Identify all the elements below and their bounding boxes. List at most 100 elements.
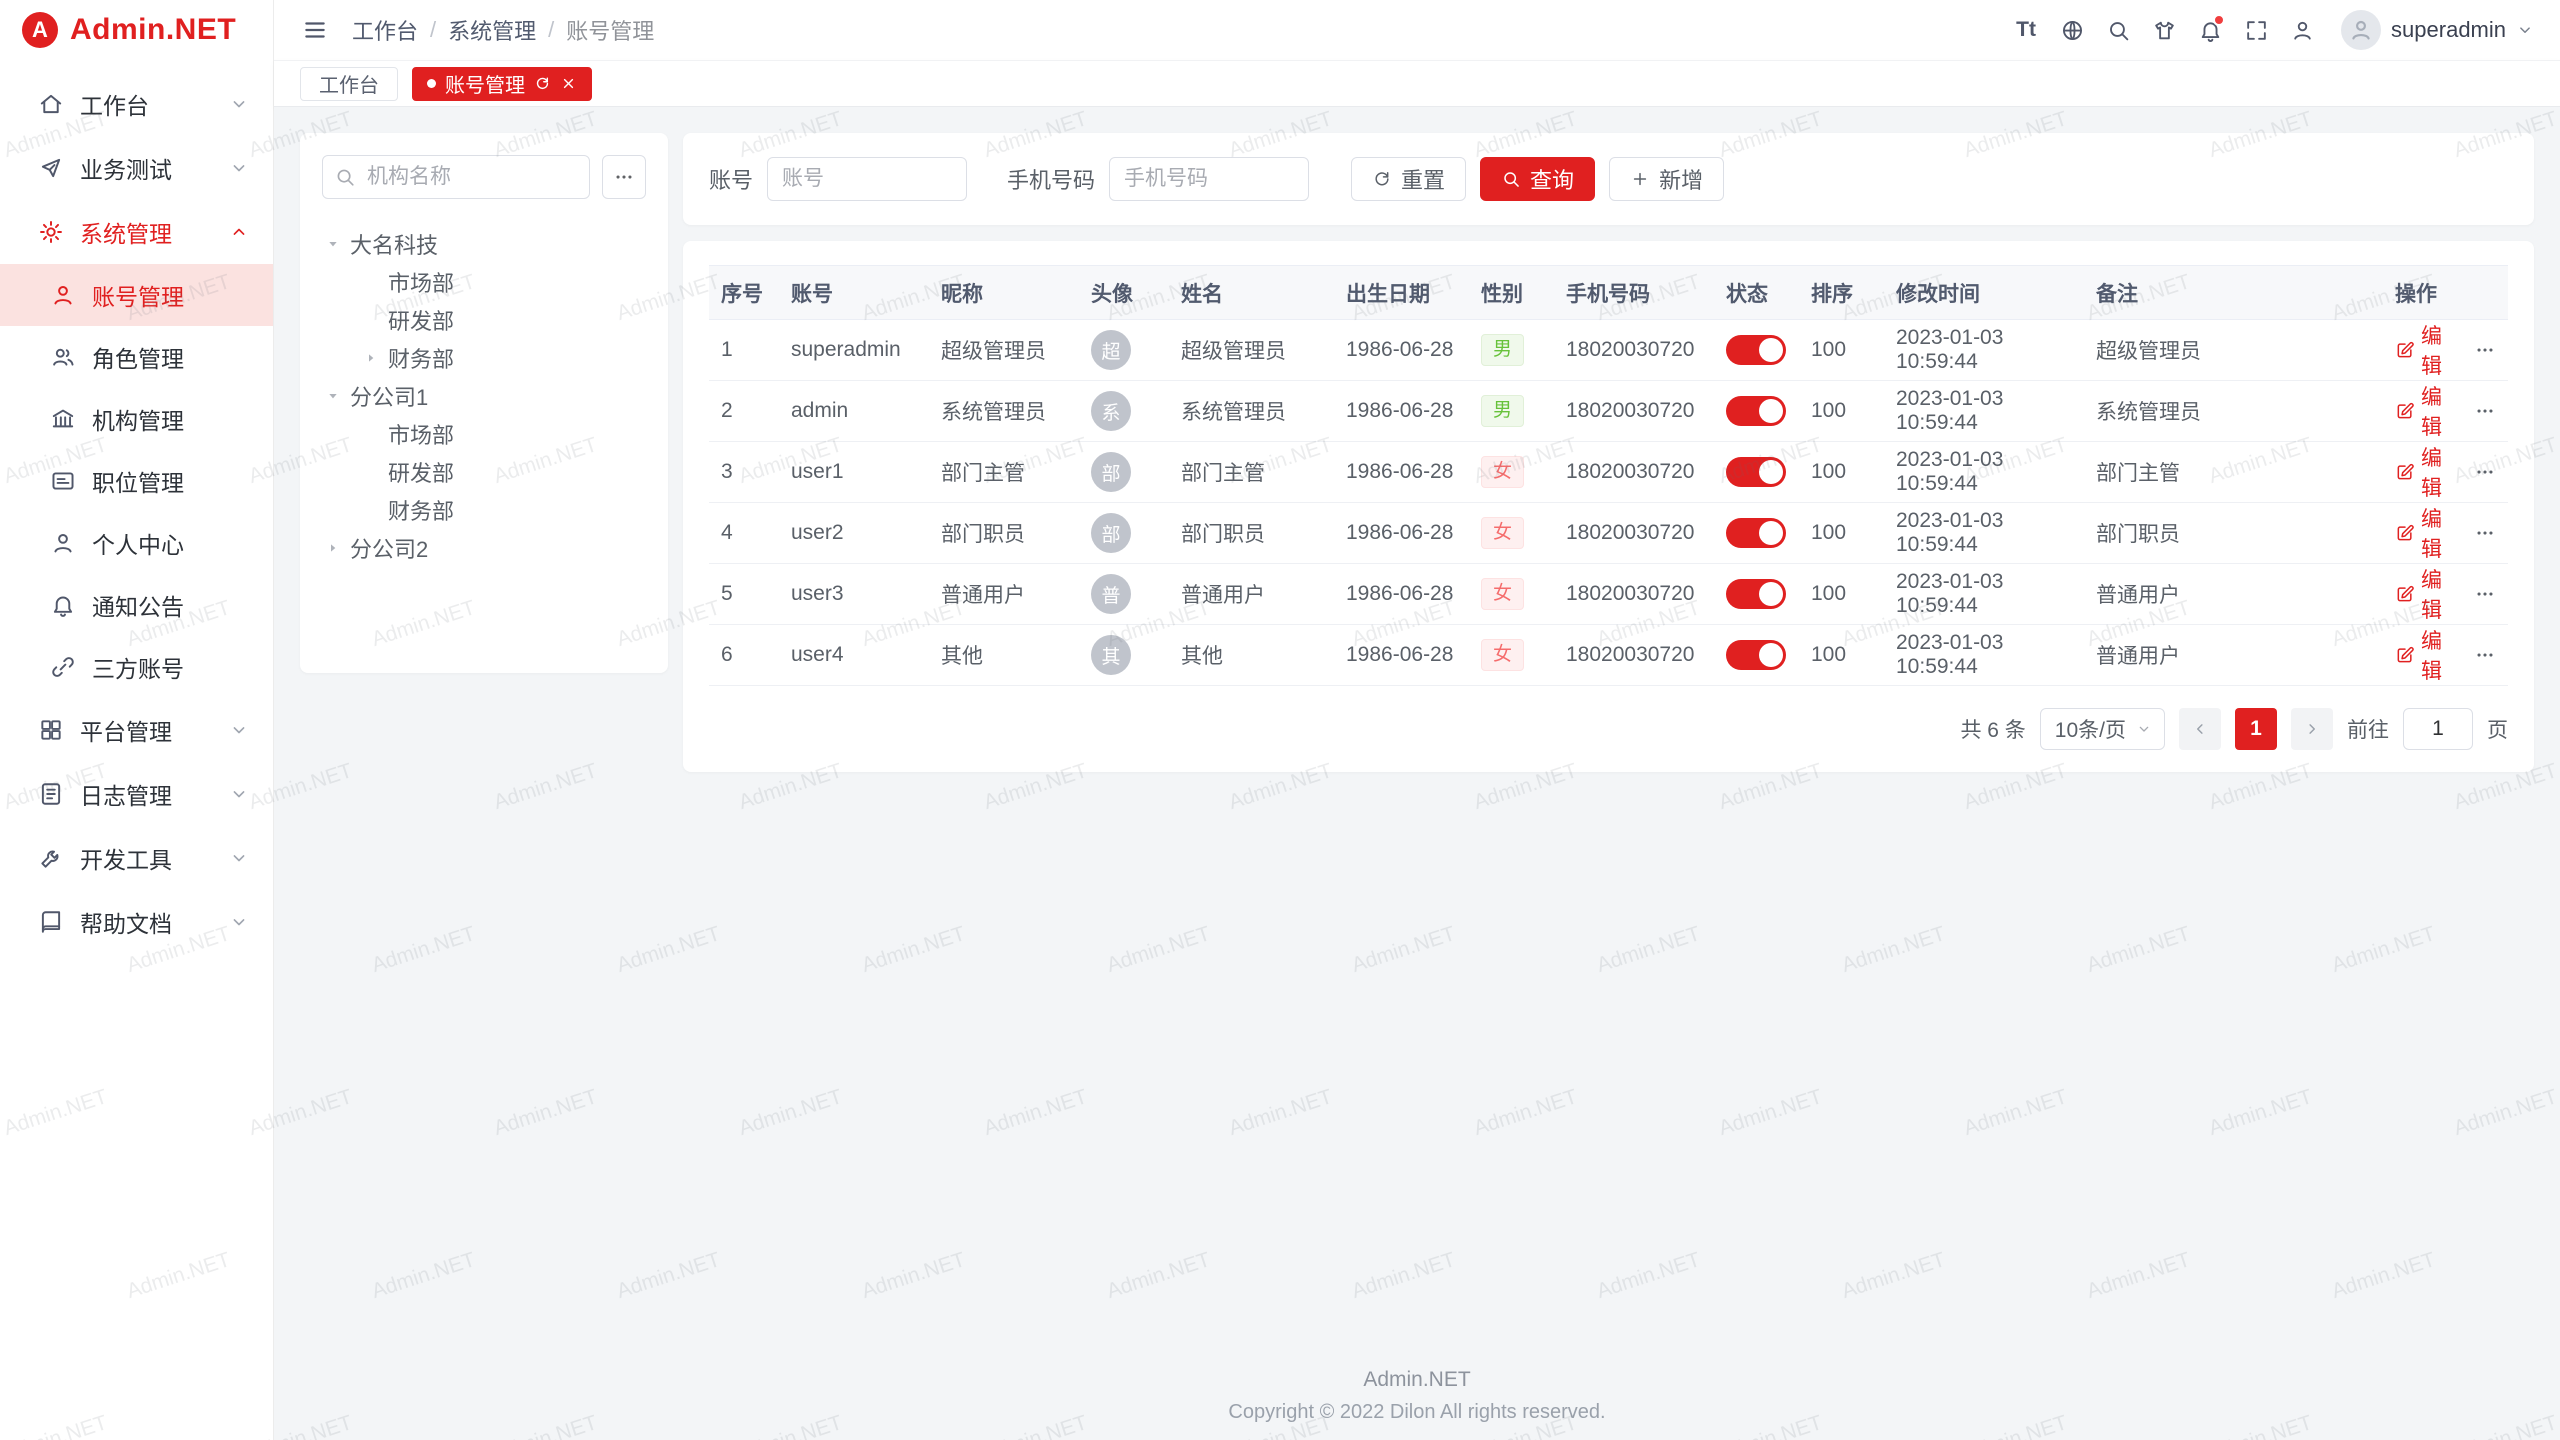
tree-node-label: 研发部 xyxy=(388,456,454,488)
sidebar-item-workbench[interactable]: 工作台 xyxy=(0,72,273,136)
globe-icon[interactable] xyxy=(2051,9,2093,51)
edit-button[interactable]: 编辑 xyxy=(2395,381,2460,441)
cell-modified: 2023-01-03 10:59:44 xyxy=(1884,503,2084,564)
tree-node[interactable]: 市场部 xyxy=(322,415,646,453)
edit-button[interactable]: 编辑 xyxy=(2395,625,2460,685)
tree-node[interactable]: 市场部 xyxy=(322,263,646,301)
cell-nickname: 普通用户 xyxy=(929,564,1079,625)
goto-page-input[interactable] xyxy=(2403,708,2473,750)
cell-sort: 100 xyxy=(1799,442,1884,503)
font-size-icon[interactable]: Tt xyxy=(2005,9,2047,51)
tab-account-management[interactable]: 账号管理 xyxy=(412,67,592,101)
sidebar-item-personal-center[interactable]: 个人中心 xyxy=(0,512,273,574)
column-header: 修改时间 xyxy=(1884,266,2084,320)
leaf-spacer xyxy=(360,309,382,331)
phone-input[interactable] xyxy=(1109,157,1309,201)
org-more-button[interactable] xyxy=(602,155,646,199)
user-table: 序号账号昵称头像姓名出生日期性别手机号码状态排序修改时间备注操作 1supera… xyxy=(709,265,2508,686)
cell-remark: 部门职员 xyxy=(2084,503,2383,564)
fullscreen-icon[interactable] xyxy=(2235,9,2277,51)
sidebar-item-dev-tools[interactable]: 开发工具 xyxy=(0,826,273,890)
org-search-input[interactable] xyxy=(322,155,590,199)
sidebar-item-business-test[interactable]: 业务测试 xyxy=(0,136,273,200)
sidebar-item-log-management[interactable]: 日志管理 xyxy=(0,762,273,826)
edit-button[interactable]: 编辑 xyxy=(2395,320,2460,380)
column-header: 出生日期 xyxy=(1334,266,1469,320)
cell-sort: 100 xyxy=(1799,503,1884,564)
sidebar-item-position-management[interactable]: 职位管理 xyxy=(0,450,273,512)
hamburger-icon[interactable] xyxy=(294,9,336,51)
tree-node[interactable]: 大名科技 xyxy=(322,225,646,263)
tab-label: 账号管理 xyxy=(445,69,525,98)
status-toggle[interactable] xyxy=(1726,640,1786,670)
close-icon[interactable] xyxy=(560,75,577,92)
gender-tag: 女 xyxy=(1481,578,1524,610)
tree-node[interactable]: 研发部 xyxy=(322,301,646,339)
refresh-icon[interactable] xyxy=(534,75,551,92)
notification-icon[interactable] xyxy=(2189,9,2231,51)
cell-modified: 2023-01-03 10:59:44 xyxy=(1884,564,2084,625)
more-actions-button[interactable] xyxy=(2474,400,2496,422)
sidebar-item-third-party-account[interactable]: 三方账号 xyxy=(0,636,273,698)
profile-icon[interactable] xyxy=(2281,9,2323,51)
cell-operation: 编辑 xyxy=(2383,625,2508,686)
more-actions-button[interactable] xyxy=(2474,522,2496,544)
user-menu[interactable]: superadmin xyxy=(2341,10,2534,50)
more-actions-button[interactable] xyxy=(2474,461,2496,483)
column-header: 头像 xyxy=(1079,266,1169,320)
reset-button[interactable]: 重置 xyxy=(1351,157,1466,201)
status-toggle[interactable] xyxy=(1726,579,1786,609)
status-toggle[interactable] xyxy=(1726,396,1786,426)
page-1-button[interactable]: 1 xyxy=(2235,708,2277,750)
theme-skin-icon[interactable] xyxy=(2143,9,2185,51)
link-icon xyxy=(50,654,76,680)
breadcrumb-item[interactable]: 工作台 xyxy=(352,14,418,46)
sidebar-item-org-management[interactable]: 机构管理 xyxy=(0,388,273,450)
cell-operation: 编辑 xyxy=(2383,381,2508,442)
more-actions-button[interactable] xyxy=(2474,583,2496,605)
more-actions-button[interactable] xyxy=(2474,644,2496,666)
topbar-icons: Tt xyxy=(2005,9,2323,51)
breadcrumb-item[interactable]: 系统管理 xyxy=(448,14,536,46)
edit-button[interactable]: 编辑 xyxy=(2395,564,2460,624)
edit-button[interactable]: 编辑 xyxy=(2395,503,2460,563)
tree-node[interactable]: 财务部 xyxy=(322,339,646,377)
sidebar-item-notice-announcement[interactable]: 通知公告 xyxy=(0,574,273,636)
more-actions-button[interactable] xyxy=(2474,339,2496,361)
tree-node[interactable]: 分公司1 xyxy=(322,377,646,415)
cell-sort: 100 xyxy=(1799,320,1884,381)
tree-node[interactable]: 研发部 xyxy=(322,453,646,491)
tree-node[interactable]: 财务部 xyxy=(322,491,646,529)
sidebar-item-system-management[interactable]: 系统管理 xyxy=(0,200,273,264)
page-suffix: 页 xyxy=(2487,714,2508,744)
sidebar-item-account-management[interactable]: 账号管理 xyxy=(0,264,273,326)
status-toggle[interactable] xyxy=(1726,335,1786,365)
search-icon[interactable] xyxy=(2097,9,2139,51)
content: 大名科技市场部研发部财务部分公司1市场部研发部财务部分公司2 账号 手机号码 重… xyxy=(274,107,2560,1440)
account-label: 账号 xyxy=(709,163,753,195)
tab-workbench[interactable]: 工作台 xyxy=(300,67,398,101)
sidebar-item-label: 职位管理 xyxy=(92,464,184,498)
sidebar: A Admin.NET 工作台业务测试系统管理账号管理角色管理机构管理职位管理个… xyxy=(0,0,274,1440)
cell-modified: 2023-01-03 10:59:44 xyxy=(1884,381,2084,442)
page-size-select[interactable]: 10条/页 xyxy=(2040,708,2165,750)
status-toggle[interactable] xyxy=(1726,457,1786,487)
edit-button[interactable]: 编辑 xyxy=(2395,442,2460,502)
cell-remark: 普通用户 xyxy=(2084,564,2383,625)
gender-tag: 男 xyxy=(1481,334,1524,366)
prev-page-button[interactable] xyxy=(2179,708,2221,750)
status-toggle[interactable] xyxy=(1726,518,1786,548)
search-button[interactable]: 查询 xyxy=(1480,157,1595,201)
logo[interactable]: A Admin.NET xyxy=(0,0,273,60)
next-page-button[interactable] xyxy=(2291,708,2333,750)
tree-node[interactable]: 分公司2 xyxy=(322,529,646,567)
leaf-spacer xyxy=(360,423,382,445)
add-button[interactable]: 新增 xyxy=(1609,157,1724,201)
gender-tag: 女 xyxy=(1481,517,1524,549)
sidebar-item-platform-management[interactable]: 平台管理 xyxy=(0,698,273,762)
sidebar-item-role-management[interactable]: 角色管理 xyxy=(0,326,273,388)
account-input[interactable] xyxy=(767,157,967,201)
sidebar-item-help-docs[interactable]: 帮助文档 xyxy=(0,890,273,954)
cell-avatar: 部 xyxy=(1079,503,1169,564)
org-tree: 大名科技市场部研发部财务部分公司1市场部研发部财务部分公司2 xyxy=(322,225,646,567)
